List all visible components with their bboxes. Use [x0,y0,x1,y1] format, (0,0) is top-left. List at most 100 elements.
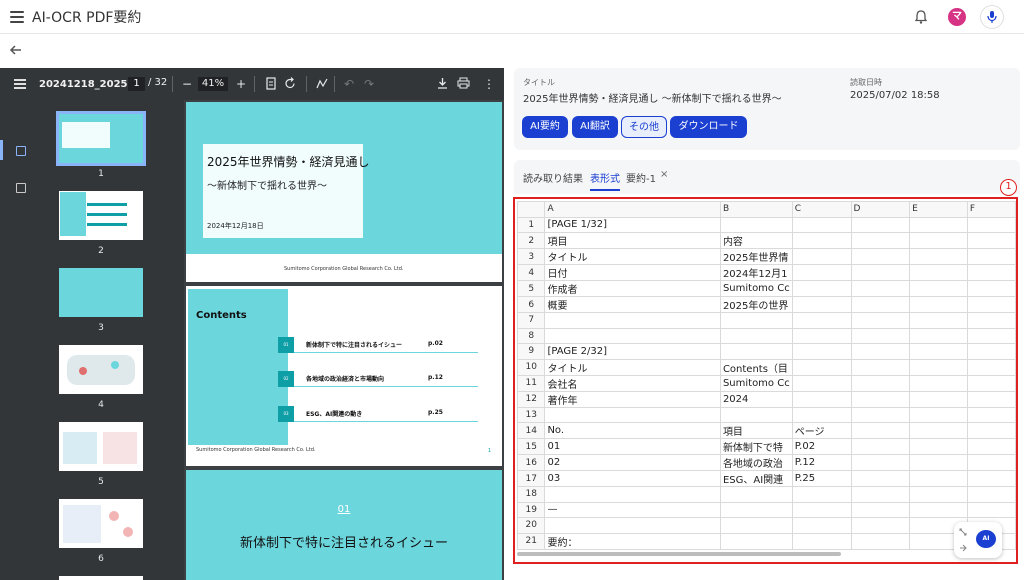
table-cell[interactable]: No. [544,422,721,439]
table-cell[interactable] [909,248,968,265]
row-header[interactable]: 13 [516,406,546,423]
table-cell[interactable] [850,422,911,439]
table-cell[interactable] [850,343,911,360]
table-cell[interactable] [909,390,968,408]
table-cell[interactable] [791,517,852,534]
table-cell[interactable] [909,216,968,233]
table-cell[interactable] [850,454,911,471]
ai-chat-button[interactable]: AI [976,530,996,548]
pdf-pages[interactable]: 2025年世界情勢・経済見通し 〜新体制下で揺れる世界〜 2024年12月18日… [184,100,504,580]
table-cell[interactable] [966,343,1016,360]
table-cell[interactable] [850,374,911,392]
table-cell[interactable] [719,486,793,503]
row-header[interactable]: 7 [516,312,546,329]
table-cell[interactable] [966,470,1016,487]
table-cell[interactable]: 2025年世界情 [719,248,793,265]
table-cell[interactable] [850,438,911,455]
table-cell[interactable] [966,216,1016,233]
table-cell[interactable] [909,280,968,297]
column-header[interactable]: A [544,201,721,218]
table-cell[interactable] [850,312,911,329]
row-header[interactable]: 12 [516,390,546,408]
table-cell[interactable] [909,327,968,344]
table-cell[interactable] [966,390,1016,408]
table-cell[interactable] [909,501,968,518]
row-header[interactable]: 9 [516,343,546,360]
table-cell[interactable] [850,264,911,281]
table-cell[interactable]: 項目 [719,422,793,439]
table-cell[interactable] [909,486,968,503]
table-cell[interactable] [966,358,1016,376]
table-cell[interactable] [909,438,968,455]
table-cell[interactable] [909,422,968,439]
table-cell[interactable] [909,296,968,313]
table-cell[interactable]: 各地域の政治 [719,454,793,471]
expand-icon[interactable] [959,528,967,536]
print-icon[interactable] [457,77,470,89]
tab-table[interactable]: 表形式 [590,170,620,191]
table-cell[interactable] [966,248,1016,265]
thumbnail-page[interactable] [59,268,143,317]
table-cell[interactable] [850,486,911,503]
row-header[interactable]: 6 [516,296,546,313]
thumbnail-page[interactable] [56,111,146,166]
download-icon[interactable] [437,77,448,89]
table-cell[interactable]: — [544,501,721,518]
thumbnail-page[interactable] [59,191,143,240]
table-cell[interactable]: P.12 [791,454,852,471]
table-cell[interactable]: Sumitomo Cc [719,280,793,297]
tab-summary-1[interactable]: 要約-1 [626,170,656,185]
table-cell[interactable]: 要約： [544,532,721,550]
row-header[interactable]: 1 [516,216,546,233]
redo-icon[interactable]: ↷ [364,76,374,92]
table-cell[interactable]: タイトル [544,358,721,376]
table-cell[interactable] [544,327,721,344]
row-header[interactable]: 17 [516,470,546,487]
spreadsheet-grid[interactable]: A B C D E F 1 [PAGE 1/32] 2 項目 内容 3 タイトル 2025年世… [516,201,1016,550]
table-cell[interactable]: ページ [791,422,852,439]
thumbnail-page[interactable] [59,576,143,580]
table-cell[interactable] [850,470,911,487]
table-cell[interactable]: 2024 [719,390,793,408]
table-cell[interactable] [791,248,852,265]
column-header[interactable]: B [719,201,793,218]
table-cell[interactable] [966,312,1016,329]
table-cell[interactable]: 項目 [544,232,721,249]
table-cell[interactable] [850,232,911,249]
table-cell[interactable]: 概要 [544,296,721,313]
row-header[interactable]: 3 [516,248,546,265]
table-cell[interactable] [966,438,1016,455]
annotate-icon[interactable] [316,77,328,90]
avatar[interactable]: マ [948,8,966,26]
table-cell[interactable] [791,280,852,297]
table-cell[interactable] [791,532,852,550]
table-cell[interactable] [909,406,968,423]
table-cell[interactable] [719,312,793,329]
table-cell[interactable]: P.02 [791,438,852,455]
table-cell[interactable]: 作成者 [544,280,721,297]
table-cell[interactable] [966,406,1016,423]
table-cell[interactable] [909,454,968,471]
table-cell[interactable] [791,390,852,408]
table-cell[interactable]: 内容 [719,232,793,249]
table-cell[interactable] [850,406,911,423]
table-cell[interactable] [850,248,911,265]
table-cell[interactable]: [PAGE 2/32] [544,343,721,360]
table-cell[interactable]: 2024年12月1 [719,264,793,281]
menu-icon[interactable] [10,10,24,23]
table-cell[interactable] [791,296,852,313]
table-cell[interactable] [966,327,1016,344]
table-cell[interactable]: 01 [544,438,721,455]
row-header[interactable]: 10 [516,358,546,376]
thumbnail-page[interactable] [59,422,143,471]
table-cell[interactable] [544,517,721,534]
table-cell[interactable]: Sumitomo Cc [719,374,793,392]
table-cell[interactable] [544,312,721,329]
table-cell[interactable] [909,374,968,392]
table-cell[interactable] [719,406,793,423]
column-header[interactable]: C [791,201,852,218]
table-cell[interactable] [966,486,1016,503]
table-cell[interactable] [909,264,968,281]
table-cell[interactable] [966,264,1016,281]
table-cell[interactable] [791,216,852,233]
